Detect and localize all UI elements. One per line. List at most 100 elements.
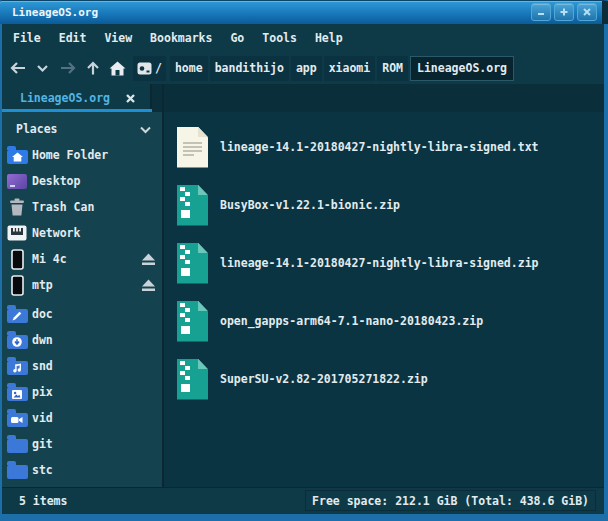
sidebar-item-trash-can[interactable]: Trash Can — [2, 194, 162, 220]
sidebar-item-git[interactable]: git — [2, 431, 162, 457]
menu-tools[interactable]: Tools — [253, 31, 306, 45]
window: LineageOS.org FileEditViewBookmarksGoToo… — [0, 0, 608, 521]
breadcrumb-home[interactable]: home — [170, 56, 208, 81]
menu-bar: FileEditViewBookmarksGoToolsHelp — [2, 24, 604, 52]
breadcrumb-root[interactable]: / — [133, 56, 166, 81]
file-row[interactable]: SuperSU-v2.82-201705271822.zip — [164, 350, 604, 408]
sidebar-item-mi-4c[interactable]: Mi 4c — [2, 246, 162, 272]
folder-doc-icon — [7, 309, 28, 323]
sidebar-item-label: Mi 4c — [32, 252, 67, 266]
sidebar-item-label: dwn — [32, 333, 53, 347]
file-row[interactable]: BusyBox-v1.22.1-bionic.zip — [164, 176, 604, 234]
maximize-icon — [559, 7, 569, 17]
maximize-button[interactable] — [554, 3, 574, 21]
sidebar-item-label: Trash Can — [32, 200, 94, 214]
network-icon — [7, 225, 27, 241]
close-icon — [582, 7, 592, 17]
file-row[interactable]: lineage-14.1-20180427-nightly-libra-sign… — [164, 118, 604, 176]
tab-close-icon[interactable] — [125, 93, 136, 104]
sidebar: Places Home Folder Desktop Trash Can Networ… — [2, 112, 162, 487]
trash-icon — [9, 198, 25, 216]
phone-icon — [11, 275, 24, 296]
desktop-icon — [7, 174, 27, 189]
sidebar-item-pix[interactable]: pix — [2, 379, 162, 405]
window-title: LineageOS.org — [12, 6, 98, 19]
places-header[interactable]: Places — [2, 116, 162, 142]
sidebar-item-snd[interactable]: snd — [2, 353, 162, 379]
sidebar-item-vid[interactable]: vid — [2, 405, 162, 431]
file-name: lineage-14.1-20180427-nightly-libra-sign… — [220, 140, 539, 154]
file-list: lineage-14.1-20180427-nightly-libra-sign… — [164, 112, 604, 487]
folder-icon — [7, 465, 28, 479]
close-button[interactable] — [577, 3, 597, 21]
drive-icon — [137, 62, 152, 75]
breadcrumb-xiaomi[interactable]: xiaomi — [324, 56, 376, 81]
breadcrumb-bandithijo[interactable]: bandithijo — [210, 56, 289, 81]
status-bar: 5 items Free space: 212.1 GiB (Total: 43… — [2, 487, 604, 514]
sidebar-item-label: Home Folder — [32, 148, 108, 162]
menu-bookmarks[interactable]: Bookmarks — [141, 31, 221, 45]
home-folder-icon — [7, 150, 28, 164]
sidebar-item-dwn[interactable]: dwn — [2, 327, 162, 353]
file-name: open_gapps-arm64-7.1-nano-20180423.zip — [220, 314, 483, 328]
history-button[interactable] — [30, 55, 55, 81]
back-arrow-icon — [9, 61, 27, 75]
up-arrow-icon — [86, 61, 100, 76]
window-body: Places Home Folder Desktop Trash Can Networ… — [2, 112, 604, 487]
file-name: BusyBox-v1.22.1-bionic.zip — [220, 198, 400, 212]
home-button[interactable] — [105, 55, 130, 81]
free-space-text: Free space: 212.1 GiB (Total: 438.6 GiB) — [312, 494, 589, 508]
menu-edit[interactable]: Edit — [50, 31, 96, 45]
sidebar-item-label: snd — [32, 359, 53, 373]
breadcrumb-root-label: / — [155, 61, 162, 75]
minimize-button[interactable] — [531, 3, 551, 21]
sidebar-item-label: doc — [32, 307, 53, 321]
tab-label: LineageOS.org — [20, 91, 110, 105]
sidebar-item-label: pix — [32, 385, 53, 399]
menu-view[interactable]: View — [95, 31, 141, 45]
zip-file-icon — [177, 185, 208, 226]
items-count: 5 items — [19, 494, 67, 508]
sidebar-item-network[interactable]: Network — [2, 220, 162, 246]
breadcrumb-rom[interactable]: ROM — [377, 56, 408, 81]
folder-icon — [7, 439, 28, 453]
sidebar-item-label: Network — [32, 226, 80, 240]
zip-file-icon — [177, 243, 208, 284]
sidebar-item-home-folder[interactable]: Home Folder — [2, 142, 162, 168]
home-icon — [109, 61, 126, 76]
folder-dwn-icon — [7, 335, 28, 349]
text-file-icon — [177, 127, 208, 168]
up-button[interactable] — [80, 55, 105, 81]
breadcrumb-lineageos-org[interactable]: LineageOS.org — [410, 56, 514, 81]
folder-vid-icon — [7, 413, 28, 427]
sidebar-item-doc[interactable]: doc — [2, 301, 162, 327]
chevron-down-icon — [139, 125, 152, 134]
file-name: lineage-14.1-20180427-nightly-libra-sign… — [220, 256, 539, 270]
eject-button[interactable] — [141, 279, 156, 292]
sidebar-item-stc[interactable]: stc — [2, 457, 162, 483]
toolbar: / homebandithijoappxiaomiROMLineageOS.or… — [2, 52, 604, 84]
history-chevron-icon — [36, 64, 49, 73]
title-bar: LineageOS.org — [0, 1, 608, 24]
phone-icon — [11, 249, 24, 270]
zip-file-icon — [177, 359, 208, 400]
file-row[interactable]: lineage-14.1-20180427-nightly-libra-sign… — [164, 234, 604, 292]
menu-help[interactable]: Help — [306, 31, 352, 45]
free-space-panel: Free space: 212.1 GiB (Total: 438.6 GiB) — [305, 490, 596, 511]
sidebar-item-mtp[interactable]: mtp — [2, 272, 162, 298]
sidebar-item-label: Desktop — [32, 174, 80, 188]
breadcrumb-app[interactable]: app — [291, 56, 322, 81]
menu-file[interactable]: File — [4, 31, 50, 45]
folder-snd-icon — [7, 361, 28, 375]
sidebar-item-desktop[interactable]: Desktop — [2, 168, 162, 194]
sidebar-item-label: vid — [32, 411, 53, 425]
tabbar-divider — [162, 84, 164, 112]
zip-file-icon — [177, 301, 208, 342]
back-button[interactable] — [5, 55, 30, 81]
menu-go[interactable]: Go — [221, 31, 253, 45]
file-row[interactable]: open_gapps-arm64-7.1-nano-20180423.zip — [164, 292, 604, 350]
tab-lineageos[interactable]: LineageOS.org — [2, 84, 152, 112]
sidebar-item-label: git — [32, 437, 53, 451]
eject-button[interactable] — [141, 253, 156, 266]
forward-button[interactable] — [55, 55, 80, 81]
